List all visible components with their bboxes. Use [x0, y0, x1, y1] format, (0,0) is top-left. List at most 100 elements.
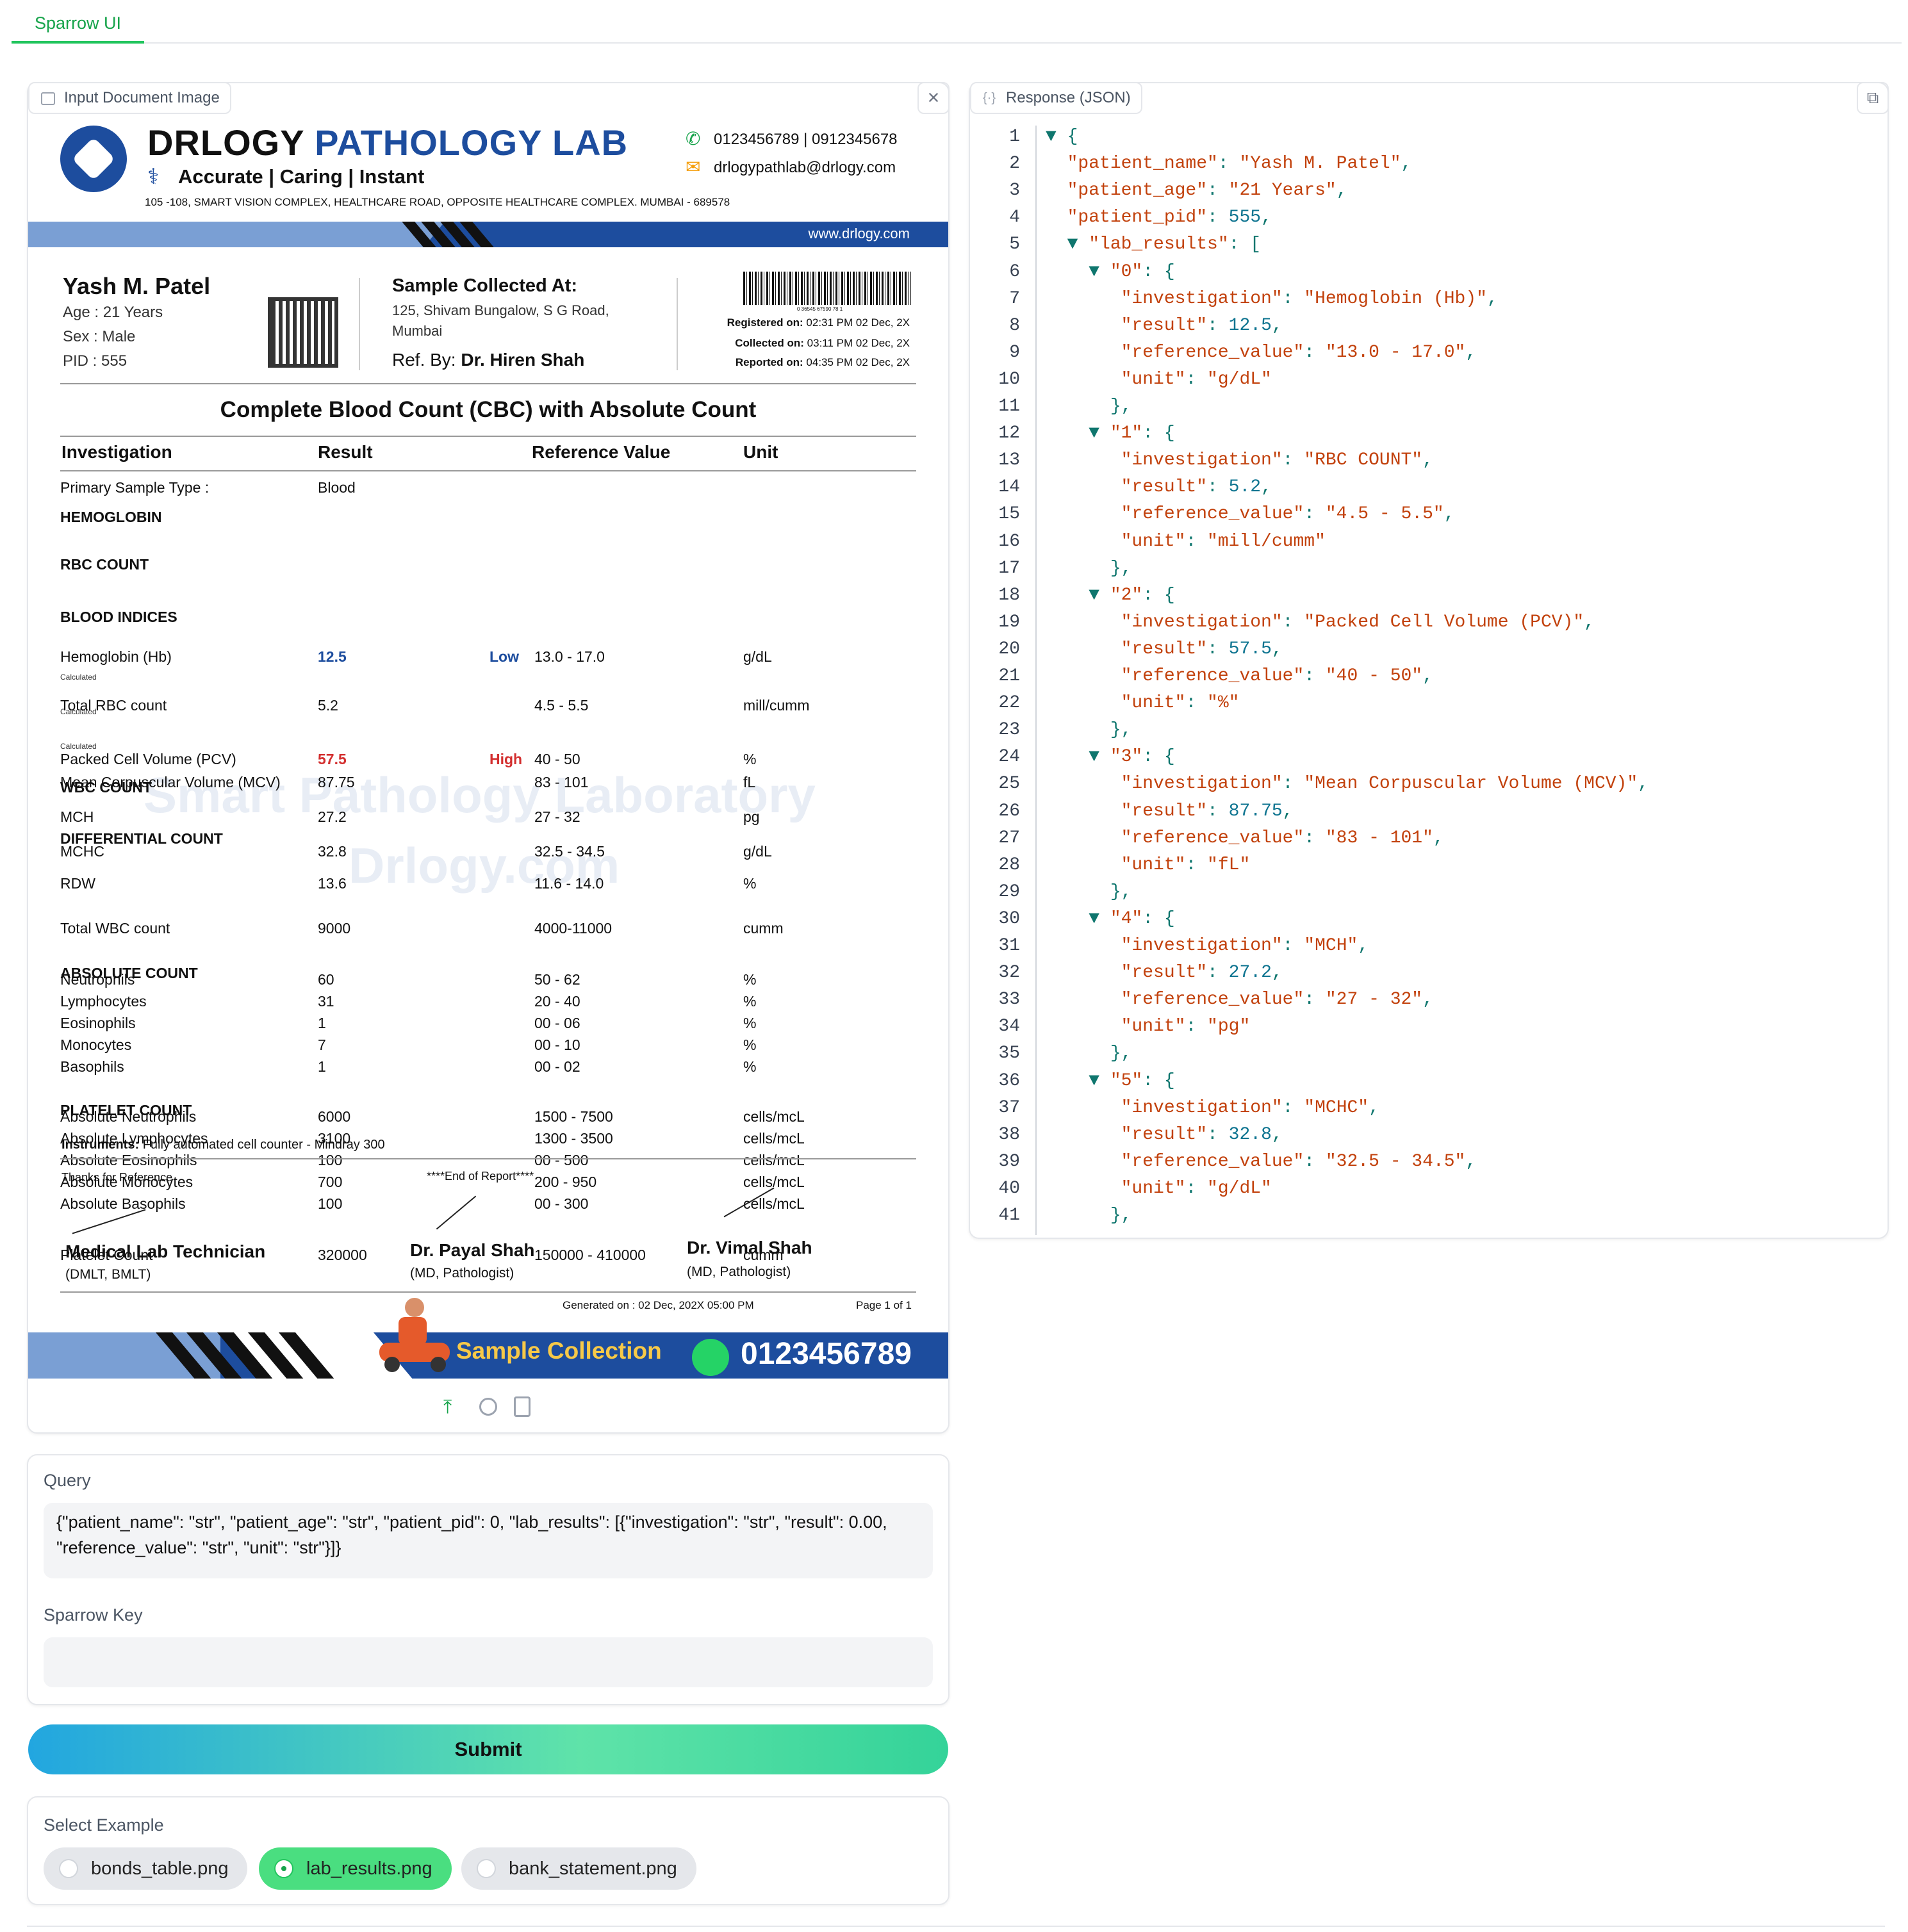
line-number: 1: [1009, 127, 1020, 147]
json-line: 30 ▼ "4": {: [969, 908, 1175, 929]
sample-address-1: 125, Shivam Bungalow, S G Road,: [392, 302, 609, 318]
json-token: 12.5: [1228, 315, 1272, 336]
json-token: "32.5 - 34.5": [1325, 1151, 1466, 1172]
result-value: 7: [318, 1036, 326, 1053]
line-number: 13: [998, 450, 1020, 471]
line-number: 7: [1009, 288, 1020, 309]
line-number: 4: [1009, 208, 1020, 228]
result-reference: 20 - 40: [534, 993, 580, 1010]
result-unit: g/dL: [743, 648, 772, 665]
json-token: :: [1207, 181, 1229, 201]
json-token[interactable]: ▼: [1046, 262, 1110, 282]
result-unit: %: [743, 1015, 757, 1031]
json-token[interactable]: ▼ {: [1046, 127, 1078, 147]
json-token: "40 - 50": [1325, 666, 1423, 686]
json-token: "investigation": [1046, 450, 1283, 471]
result-reference: 1500 - 7500: [534, 1108, 613, 1125]
json-token: :: [1217, 154, 1240, 174]
json-token[interactable]: ▼: [1046, 234, 1089, 254]
upload-icon[interactable]: ⤒: [443, 1396, 452, 1418]
json-token: "reference_value": [1046, 828, 1304, 848]
json-token: ,: [1486, 288, 1498, 309]
json-token[interactable]: ▼: [1046, 423, 1110, 443]
json-token: "reference_value": [1046, 342, 1304, 363]
tagline: Accurate | Caring | Instant: [178, 165, 425, 188]
result-unit: g/dL: [743, 843, 772, 860]
submit-button[interactable]: Submit: [28, 1724, 948, 1774]
json-line: 21 "reference_value": "40 - 50",: [969, 666, 1433, 686]
qr-code: [268, 297, 338, 368]
clipboard-icon[interactable]: [514, 1396, 530, 1417]
json-token: "g/dL": [1207, 369, 1272, 389]
json-token: : {: [1142, 908, 1175, 929]
generated-on: Generated on : 02 Dec, 202X 05:00 PM: [563, 1299, 754, 1311]
json-token: ,: [1422, 990, 1433, 1010]
result-name: Absolute Neutrophils: [60, 1108, 197, 1125]
json-token: : {: [1142, 747, 1175, 767]
json-token: ,: [1433, 828, 1444, 848]
json-token: :: [1282, 288, 1304, 309]
result-value: 1: [318, 1015, 326, 1031]
calculated-note: Calculated: [60, 742, 97, 751]
line-number: 29: [998, 881, 1020, 902]
json-token: "13.0 - 17.0": [1325, 342, 1466, 363]
json-token: "reference_value": [1046, 666, 1304, 686]
json-line: 14 "result": 5.2,: [969, 477, 1272, 497]
result-value: 100: [318, 1152, 343, 1168]
json-token[interactable]: ▼: [1046, 747, 1110, 767]
result-reference: 00 - 500: [534, 1152, 589, 1168]
patient-pid: PID : 555: [63, 352, 127, 370]
json-token: "%": [1207, 693, 1240, 714]
json-line: 40 "unit": "g/dL": [969, 1178, 1271, 1199]
delivery-scooter-icon: [379, 1298, 450, 1375]
json-token: ,: [1336, 181, 1347, 201]
json-token: "83 - 101": [1325, 828, 1433, 848]
sparrow-key-input[interactable]: [44, 1637, 933, 1687]
result-name: Mean Corpuscular Volume (MCV): [60, 774, 281, 790]
json-token: "fL": [1207, 855, 1251, 875]
close-button[interactable]: ×: [917, 82, 950, 114]
json-token: 87.75: [1228, 801, 1283, 821]
response-badge: {·} Response (JSON): [970, 82, 1142, 114]
result-reference: 00 - 02: [534, 1058, 580, 1075]
divider: [60, 436, 916, 437]
example-lab-results[interactable]: lab_results.png: [259, 1847, 452, 1890]
sig1-name: Medical Lab Technician: [65, 1241, 266, 1261]
query-input[interactable]: {"patient_name": "str", "patient_age": "…: [44, 1503, 933, 1578]
json-line: 17 },: [969, 559, 1131, 578]
json-token: "27 - 32": [1325, 990, 1423, 1010]
result-reference: 00 - 10: [534, 1036, 580, 1053]
json-token: "result": [1046, 315, 1208, 336]
result-reference: 50 - 62: [534, 971, 580, 988]
result-unit: fL: [743, 774, 756, 790]
json-token[interactable]: ▼: [1046, 909, 1110, 929]
json-line: 28 "unit": "fL": [969, 855, 1250, 875]
json-token: 555: [1228, 208, 1262, 228]
example-bonds-table[interactable]: bonds_table.png: [44, 1847, 248, 1890]
registered-on: Registered on: 02:31 PM 02 Dec, 2X: [727, 316, 910, 329]
result-value: 700: [318, 1174, 343, 1190]
result-value: 60: [318, 971, 334, 988]
example-bank-statement[interactable]: bank_statement.png: [461, 1847, 696, 1890]
line-number: 26: [998, 801, 1020, 821]
calculated-note: Calculated: [60, 673, 97, 682]
json-token[interactable]: ▼: [1046, 1071, 1110, 1091]
microscope-icon: ⚕: [147, 165, 160, 189]
json-token: "reference_value": [1046, 504, 1304, 525]
json-token[interactable]: ▼: [1046, 585, 1110, 605]
copy-button[interactable]: ⧉: [1857, 82, 1889, 114]
collected-on: Collected on: 03:11 PM 02 Dec, 2X: [735, 337, 910, 349]
result-unit: pg: [743, 808, 760, 825]
line-number: 40: [998, 1178, 1020, 1199]
json-token: ,: [1369, 1097, 1379, 1118]
json-line: 7 "investigation": "Hemoglobin (Hb)",: [969, 289, 1498, 309]
line-number: 41: [998, 1206, 1020, 1225]
webcam-icon[interactable]: [479, 1398, 497, 1416]
json-token: "patient_pid": [1046, 208, 1208, 228]
line-number: 2: [1009, 154, 1020, 174]
tab-sparrow-ui[interactable]: Sparrow UI: [12, 0, 144, 44]
json-token: "investigation": [1046, 1097, 1283, 1118]
line-number: 21: [998, 666, 1020, 686]
sample-collection: Sample Collection: [456, 1338, 662, 1364]
report-title: Complete Blood Count (CBC) with Absolute…: [220, 397, 757, 422]
